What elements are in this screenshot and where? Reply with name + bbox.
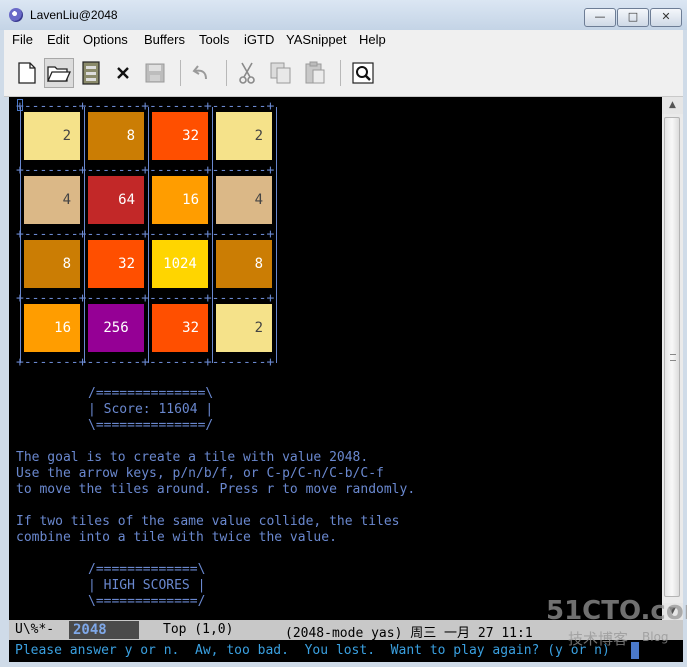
toolbar	[4, 50, 683, 97]
tile: 256	[88, 304, 144, 352]
watermark: 51CTO.com 技术博客 Blog	[542, 596, 687, 656]
cut-icon[interactable]	[232, 58, 262, 88]
tile: 4	[24, 176, 80, 224]
save-icon[interactable]	[140, 58, 170, 88]
game-buffer[interactable]: +-------+-------+-------+-------+ +-----…	[9, 97, 662, 620]
watermark-blog: Blog	[642, 630, 669, 644]
menu-help[interactable]: Help	[359, 32, 386, 47]
menu-edit[interactable]: Edit	[47, 32, 69, 47]
copy-icon[interactable]	[266, 58, 296, 88]
board-border	[212, 107, 213, 363]
instructions-text: If two tiles of the same value collide, …	[16, 514, 400, 529]
new-file-icon[interactable]	[12, 58, 42, 88]
undo-icon[interactable]	[186, 58, 216, 88]
tile: 32	[152, 112, 208, 160]
score-border: /==============\	[88, 386, 214, 401]
menu-options[interactable]: Options	[83, 32, 128, 47]
high-scores-title: | HIGH SCORES |	[88, 578, 206, 593]
menu-bar: File Edit Options Buffers Tools iGTD YAS…	[4, 30, 683, 50]
toolbar-separator	[180, 60, 181, 86]
board-border	[20, 107, 21, 363]
tile: 32	[152, 304, 208, 352]
close-button[interactable]: ✕	[650, 8, 682, 27]
board-border	[84, 107, 85, 363]
buffer-name[interactable]: 2048	[69, 621, 139, 639]
echo-message: Please answer y or n. Aw, too bad. You l…	[15, 643, 610, 658]
tile: 16	[152, 176, 208, 224]
title-bar: LavenLiu@2048 — □ ✕	[0, 0, 687, 30]
search-icon[interactable]	[348, 58, 378, 88]
toolbar-separator	[226, 60, 227, 86]
menu-tools[interactable]: Tools	[199, 32, 229, 47]
menu-buffers[interactable]: Buffers	[144, 32, 185, 47]
kill-buffer-icon[interactable]	[108, 58, 138, 88]
menu-file[interactable]: File	[12, 32, 33, 47]
tile: 8	[24, 240, 80, 288]
emacs-icon	[9, 8, 23, 22]
toolbar-separator	[340, 60, 341, 86]
tile: 8	[216, 240, 272, 288]
major-mode: (2048-mode yas) 周三 一月 27 11:1	[285, 626, 533, 641]
tile: 32	[88, 240, 144, 288]
instructions-text: Use the arrow keys, p/n/b/f, or C-p/C-n/…	[16, 466, 384, 481]
maximize-button[interactable]: □	[617, 8, 649, 27]
watermark-subtitle: 技术博客	[568, 630, 629, 648]
instructions-text: combine into a tile with twice the value…	[16, 530, 337, 545]
tile: 2	[216, 304, 272, 352]
high-scores-border: \=============/	[88, 594, 206, 609]
score-value: | Score: 11604 |	[88, 402, 214, 417]
high-scores-border: /=============\	[88, 562, 206, 577]
board-border	[276, 107, 277, 363]
menu-igtd[interactable]: iGTD	[244, 32, 274, 47]
scroll-up-arrow-icon[interactable]: ▲	[662, 97, 683, 114]
tile: 8	[88, 112, 144, 160]
open-folder-icon[interactable]	[44, 58, 74, 88]
score-border: \==============/	[88, 418, 214, 433]
board-border: +-------+-------+-------+-------+	[16, 355, 275, 370]
tile: 64	[88, 176, 144, 224]
tile: 4	[216, 176, 272, 224]
dired-icon[interactable]	[76, 58, 106, 88]
tile: 2	[24, 112, 80, 160]
watermark-logo: 51CTO.com	[546, 596, 687, 626]
minimize-button[interactable]: —	[584, 8, 616, 27]
paste-icon[interactable]	[300, 58, 330, 88]
buffer-state: U\%*-	[15, 622, 55, 637]
tile: 1024	[152, 240, 208, 288]
instructions-text: to move the tiles around. Press r to mov…	[16, 482, 416, 497]
tile: 16	[24, 304, 80, 352]
window-title: LavenLiu@2048	[30, 8, 118, 22]
tile: 2	[216, 112, 272, 160]
board-border	[148, 107, 149, 363]
scrollbar-thumb[interactable]	[664, 117, 680, 597]
instructions-text: The goal is to create a tile with value …	[16, 450, 369, 465]
grip-icon	[670, 354, 676, 361]
vertical-scrollbar[interactable]: ▲ ▼	[662, 97, 683, 620]
menu-yasnippet[interactable]: YASnippet	[286, 32, 346, 47]
cursor-position: Top (1,0)	[163, 622, 234, 637]
